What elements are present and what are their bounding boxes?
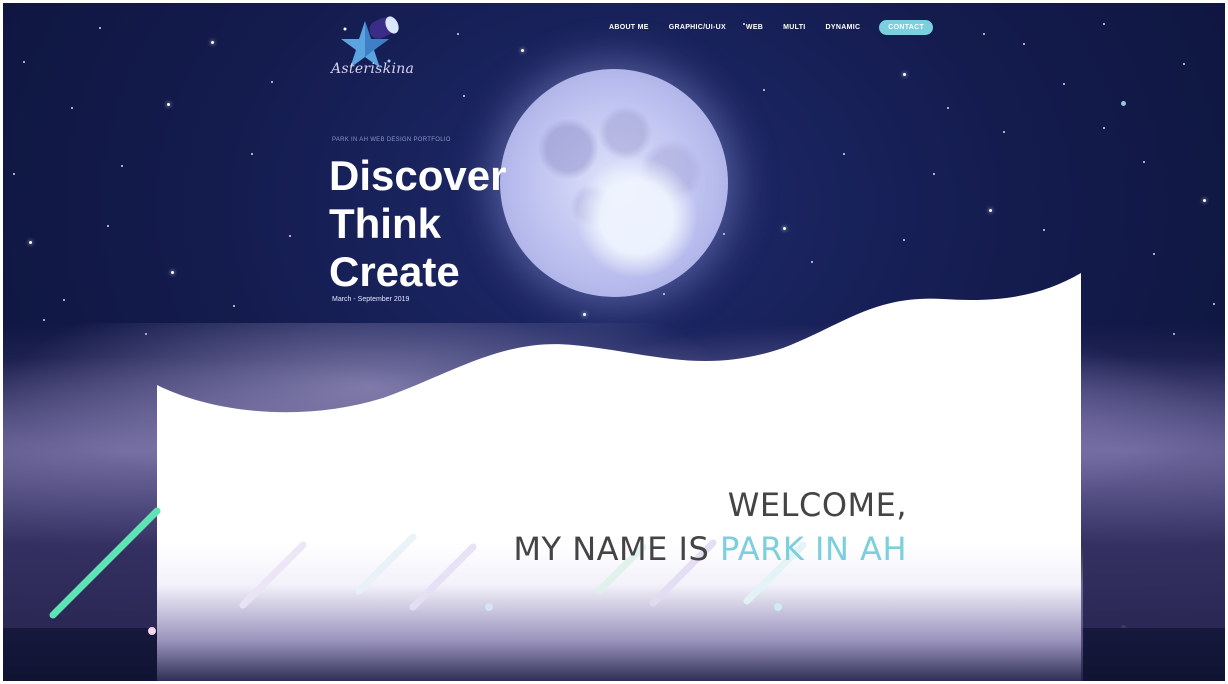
nav-item-graphic-ui-ux[interactable]: GRAPHIC/UI-UX: [669, 24, 726, 31]
welcome-name: PARK IN AH: [719, 530, 907, 568]
nav-item-multi[interactable]: MULTI: [783, 24, 805, 31]
nav-item-dynamic[interactable]: DYNAMIC: [826, 24, 861, 31]
hero-title: Discover Think Create: [329, 152, 506, 296]
screen-frame: Asteriskina ABOUT ME GRAPHIC/UI-UX WEB M…: [3, 3, 1225, 681]
logo-wordmark[interactable]: Asteriskina: [331, 61, 414, 77]
welcome-heading: WELCOME, MY NAME IS PARK IN AH: [513, 483, 907, 571]
hero-line-create: Create: [329, 248, 460, 295]
welcome-line-2: MY NAME IS PARK IN AH: [513, 527, 907, 571]
nav-item-web[interactable]: WEB: [746, 24, 763, 31]
welcome-prefix: MY NAME IS: [513, 530, 720, 568]
hero-line-think: Think: [329, 200, 441, 247]
hero-kicker: PARK IN AH WEB DESIGN PORTFOLIO: [332, 137, 451, 143]
hero-date: March - September 2019: [332, 296, 410, 303]
contact-button[interactable]: CONTACT: [879, 20, 934, 35]
welcome-line-1: WELCOME,: [727, 486, 907, 524]
nav-item-about-me[interactable]: ABOUT ME: [609, 24, 649, 31]
main-nav: ABOUT ME GRAPHIC/UI-UX WEB MULTI DYNAMIC…: [609, 20, 953, 35]
hero-line-discover: Discover: [329, 152, 507, 199]
